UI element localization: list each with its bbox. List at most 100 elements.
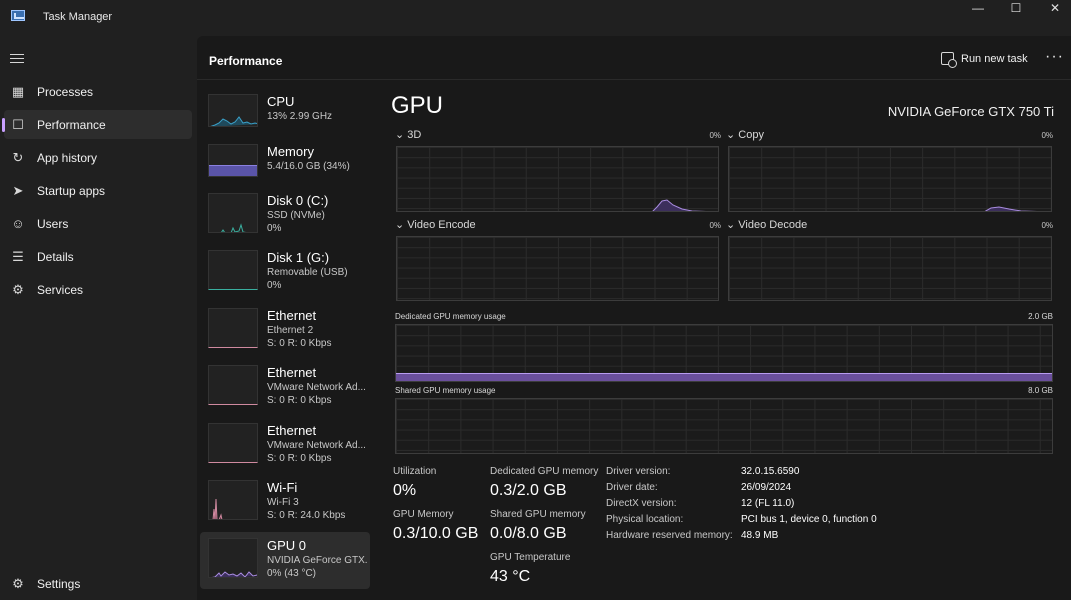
engine-name: Video Encode xyxy=(407,219,476,231)
device-value: S: 0 R: 0 Kbps xyxy=(267,395,332,406)
device-value: S: 0 R: 0 Kbps xyxy=(267,338,332,349)
shared-memory-graph xyxy=(395,398,1053,454)
device-thumbnail-disk-0 xyxy=(208,193,258,233)
engine-video-encode-graph xyxy=(396,236,719,301)
dedicated-memory-fill xyxy=(396,372,1052,381)
device-disk-1[interactable]: Disk 1 (G:) Removable (USB) 0% xyxy=(200,244,370,301)
gpu-title: GPU xyxy=(391,92,444,119)
driver-date-label: Driver date: xyxy=(606,482,658,493)
engine-copy-label[interactable]: ⌄ Copy xyxy=(726,128,764,141)
sidebar-item-performance[interactable]: ☐ Performance xyxy=(2,110,192,139)
sidebar-item-details[interactable]: ☰ Details xyxy=(4,242,192,271)
driver-version-label: Driver version: xyxy=(606,466,671,477)
details-icon: ☰ xyxy=(12,249,24,264)
chevron-down-icon: ⌄ xyxy=(726,219,736,231)
gpu-memory-value: 0.3/10.0 GB xyxy=(393,525,479,542)
device-name: Disk 0 (C:) xyxy=(267,193,329,208)
startup-apps-icon: ➤ xyxy=(12,183,24,198)
gpu-temperature-label: GPU Temperature xyxy=(490,552,571,563)
engine-video-decode-percent: 0% xyxy=(1041,221,1053,230)
close-button[interactable]: ✕ xyxy=(1032,0,1071,18)
device-cpu[interactable]: CPU 13% 2.99 GHz xyxy=(200,88,370,145)
device-name: Ethernet xyxy=(267,423,317,438)
engine-3d-label[interactable]: ⌄ 3D xyxy=(395,128,421,141)
device-ethernet-1[interactable]: Ethernet Ethernet 2 S: 0 R: 0 Kbps xyxy=(200,302,370,359)
device-disk-0[interactable]: Disk 0 (C:) SSD (NVMe) 0% xyxy=(200,187,370,244)
chevron-down-icon: ⌄ xyxy=(726,129,736,141)
directx-version-label: DirectX version: xyxy=(606,498,677,509)
window-title: Task Manager xyxy=(43,11,113,23)
page-title: Performance xyxy=(209,54,283,68)
device-name: GPU 0 xyxy=(267,538,307,553)
device-subtitle: VMware Network Ad... xyxy=(267,382,366,393)
performance-icon: ☐ xyxy=(12,117,24,132)
chevron-down-icon: ⌄ xyxy=(395,129,405,141)
task-manager-app-icon xyxy=(11,10,25,21)
physical-location-value: PCI bus 1, device 0, function 0 xyxy=(741,514,877,525)
device-name: Wi-Fi xyxy=(267,480,298,495)
sidebar-item-app-history[interactable]: ↻ App history xyxy=(4,143,192,172)
title-bar: Task Manager — ☐ ✕ xyxy=(0,0,1071,36)
sidebar-item-label: Settings xyxy=(37,577,81,591)
device-name: CPU xyxy=(267,94,295,109)
sidebar-item-label: App history xyxy=(37,151,98,165)
engine-name: 3D xyxy=(407,129,422,141)
device-subtitle: 5.4/16.0 GB (34%) xyxy=(267,161,350,172)
sidebar-item-processes[interactable]: ▦ Processes xyxy=(4,77,192,106)
sidebar-item-settings[interactable]: ⚙ Settings xyxy=(4,569,192,598)
engine-name: Copy xyxy=(738,129,764,141)
device-name: Memory xyxy=(267,144,314,159)
driver-version-value: 32.0.15.6590 xyxy=(741,466,800,477)
sidebar-item-startup-apps[interactable]: ➤ Startup apps xyxy=(4,176,192,205)
shared-gpu-memory-label: Shared GPU memory xyxy=(490,509,586,520)
gpu-model-name: NVIDIA GeForce GTX 750 Ti xyxy=(887,104,1054,119)
device-subtitle: NVIDIA GeForce GTX... xyxy=(267,555,367,566)
device-subtitle: Removable (USB) xyxy=(267,267,348,278)
engine-video-encode-percent: 0% xyxy=(709,221,721,230)
chevron-down-icon: ⌄ xyxy=(395,219,405,231)
engine-video-encode-label[interactable]: ⌄ Video Encode xyxy=(395,218,476,231)
device-name: Disk 1 (G:) xyxy=(267,250,330,265)
services-icon: ⚙ xyxy=(12,282,24,297)
device-subtitle: VMware Network Ad... xyxy=(267,440,366,451)
sidebar-item-label: Performance xyxy=(37,118,106,132)
utilization-label: Utilization xyxy=(393,466,437,477)
engine-video-decode-graph xyxy=(728,236,1052,301)
device-thumbnail-memory xyxy=(208,144,258,177)
device-value: S: 0 R: 0 Kbps xyxy=(267,453,332,464)
more-options-icon[interactable]: ··· xyxy=(1045,48,1064,66)
device-gpu-0[interactable]: GPU 0 NVIDIA GeForce GTX... 0% (43 °C) xyxy=(200,532,370,589)
engine-copy-percent: 0% xyxy=(1041,131,1053,140)
sidebar-item-users[interactable]: ☺ Users xyxy=(4,209,192,238)
engine-name: Video Decode xyxy=(738,219,808,231)
device-subtitle: 13% 2.99 GHz xyxy=(267,111,333,122)
device-ethernet-2[interactable]: Ethernet VMware Network Ad... S: 0 R: 0 … xyxy=(200,359,370,416)
dedicated-gpu-memory-label: Dedicated GPU memory xyxy=(490,466,599,477)
device-thumbnail-ethernet-1 xyxy=(208,308,258,348)
app-history-icon: ↻ xyxy=(12,150,24,165)
directx-version-value: 12 (FL 11.0) xyxy=(741,498,795,509)
device-name: Ethernet xyxy=(267,308,317,323)
sidebar-item-label: Startup apps xyxy=(37,184,106,198)
run-new-task-label: Run new task xyxy=(961,53,1028,65)
gpu-memory-label: GPU Memory xyxy=(393,509,454,520)
device-value: S: 0 R: 24.0 Kbps xyxy=(267,510,346,521)
engine-video-decode-label[interactable]: ⌄ Video Decode xyxy=(726,218,807,231)
sidebar-item-label: Details xyxy=(37,250,74,264)
gear-icon: ⚙ xyxy=(12,576,24,591)
device-thumbnail-wifi xyxy=(208,480,258,520)
gpu-temperature-value: 43 °C xyxy=(490,568,531,585)
physical-location-label: Physical location: xyxy=(606,514,684,525)
device-value: 0% xyxy=(267,280,282,291)
device-subtitle: Wi-Fi 3 xyxy=(267,497,299,508)
device-ethernet-3[interactable]: Ethernet VMware Network Ad... S: 0 R: 0 … xyxy=(200,417,370,474)
dedicated-memory-graph xyxy=(395,324,1053,382)
shared-memory-label: Shared GPU memory usage xyxy=(395,386,496,395)
driver-date-value: 26/09/2024 xyxy=(741,482,792,493)
device-wifi[interactable]: Wi-Fi Wi-Fi 3 S: 0 R: 24.0 Kbps xyxy=(200,474,370,531)
shared-gpu-memory-value: 0.0/8.0 GB xyxy=(490,525,567,542)
engine-copy-graph xyxy=(728,146,1052,212)
device-thumbnail-gpu-0 xyxy=(208,538,258,578)
hamburger-menu-icon[interactable] xyxy=(10,54,24,64)
sidebar-item-services[interactable]: ⚙ Services xyxy=(4,275,192,304)
